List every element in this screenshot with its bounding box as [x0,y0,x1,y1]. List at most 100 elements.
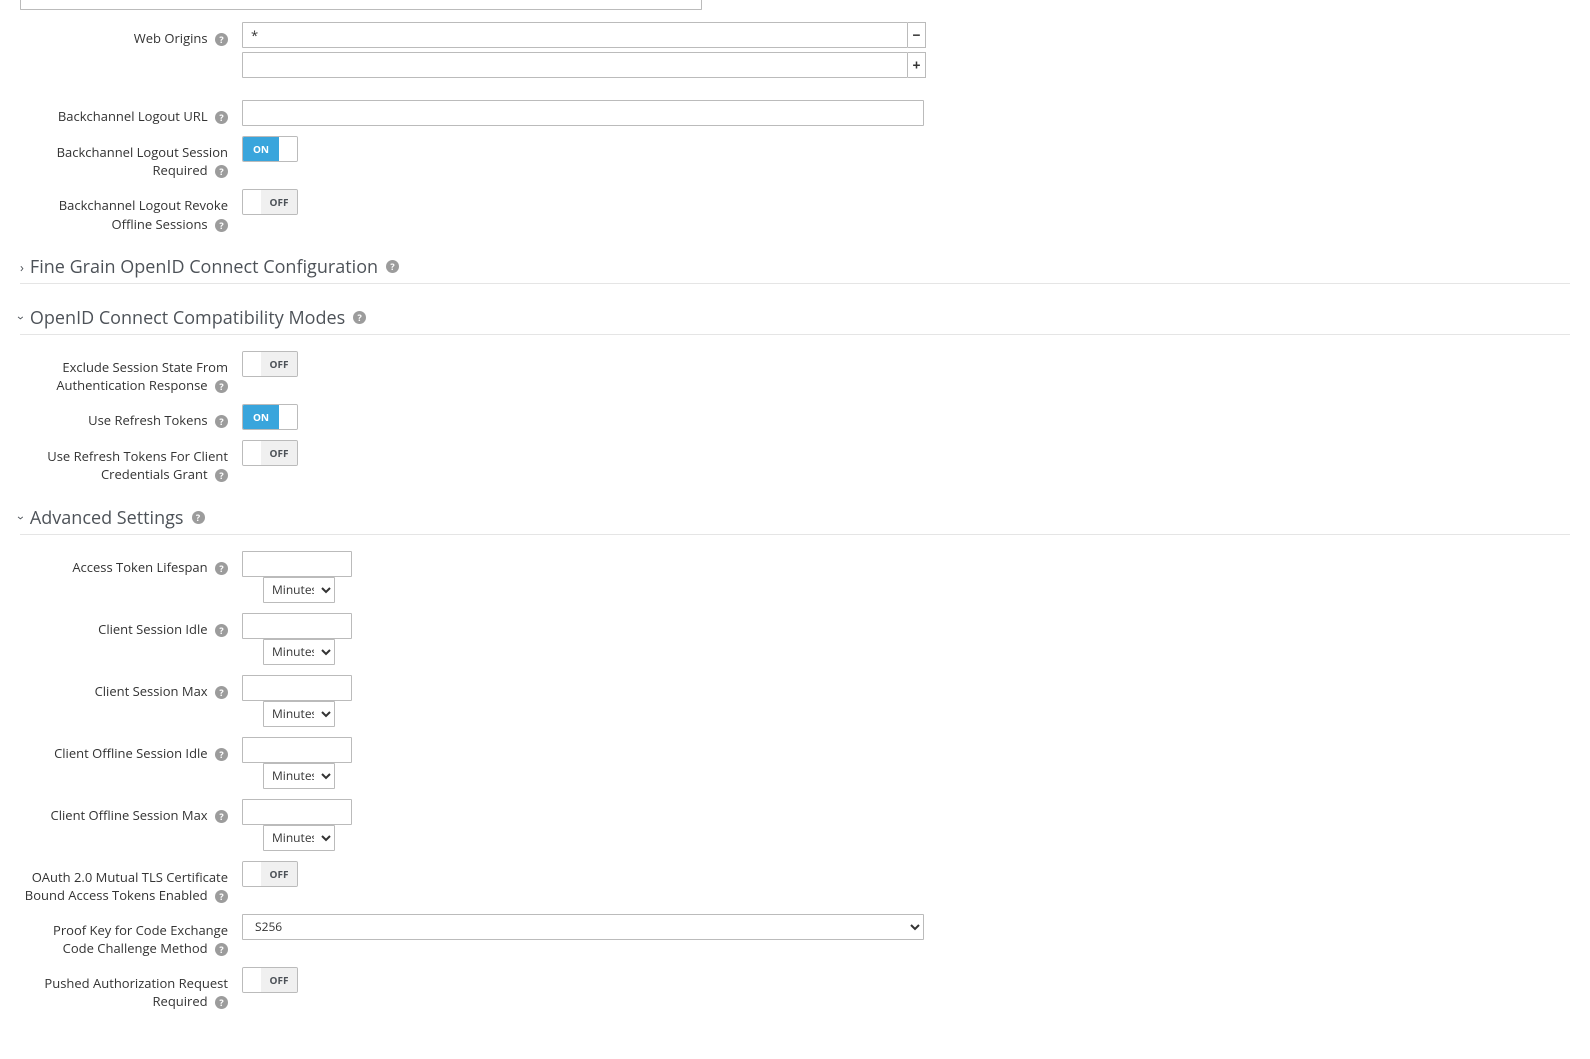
help-icon[interactable]: ? [215,748,228,761]
help-icon[interactable]: ? [353,311,366,324]
help-icon[interactable]: ? [215,943,228,956]
access-token-lifespan-input[interactable] [242,551,352,577]
help-icon[interactable]: ? [215,33,228,46]
section-header-fine-grain[interactable]: › Fine Grain OpenID Connect Configuratio… [20,255,1570,279]
toggle-on-label: ON [243,968,261,992]
toggle-off-label: OFF [279,405,297,429]
section-divider [20,534,1570,535]
control-wrap [242,100,924,126]
label-web-origins: Web Origins ? [20,22,242,47]
label-text: OAuth 2.0 Mutual TLS Certificate Bound A… [25,868,228,904]
help-icon[interactable]: ? [215,415,228,428]
section-title-advanced: Advanced Settings [30,506,184,530]
toggle-on-label: ON [243,405,279,429]
help-icon[interactable]: ? [215,890,228,903]
control-wrap: Minutes [242,551,352,603]
label-text: Proof Key for Code Exchange Code Challen… [53,921,228,957]
toggle-backchannel-session-required[interactable]: ON OFF [242,136,298,162]
help-icon[interactable]: ? [215,165,228,178]
web-origins-input-0[interactable] [242,22,908,48]
toggle-exclude-session-state[interactable]: ON OFF [242,351,298,377]
help-icon[interactable]: ? [386,260,399,273]
section-divider [20,283,1570,284]
help-icon[interactable]: ? [215,686,228,699]
row-exclude-session-state: Exclude Session State From Authenticatio… [20,351,1570,394]
toggle-on-label: ON [243,352,261,376]
control-wrap: ON OFF [242,967,298,993]
label-client-session-max: Client Session Max ? [20,675,242,700]
label-text: Client Session Idle [98,620,207,638]
toggle-par-required[interactable]: ON OFF [242,967,298,993]
web-origins-row-1: + [242,52,926,78]
toggle-off-label: OFF [261,190,297,214]
control-wrap: Minutes [242,737,352,789]
client-offline-session-idle-input[interactable] [242,737,352,763]
chevron-down-icon: › [13,316,31,320]
label-text: Backchannel Logout URL [58,107,208,125]
web-origins-input-1[interactable] [242,52,908,78]
label-exclude-session-state: Exclude Session State From Authenticatio… [20,351,242,394]
help-icon[interactable]: ? [215,810,228,823]
label-text: Client Session Max [95,682,208,700]
control-wrap: ON OFF [242,136,298,162]
label-pkce-method: Proof Key for Code Exchange Code Challen… [20,914,242,957]
chevron-right-icon: › [20,258,24,276]
label-text: Exclude Session State From Authenticatio… [56,358,228,394]
row-backchannel-logout-url: Backchannel Logout URL ? [20,100,1570,126]
row-mutual-tls: OAuth 2.0 Mutual TLS Certificate Bound A… [20,861,1570,904]
client-offline-session-idle-unit[interactable]: Minutes [263,763,335,789]
toggle-off-label: OFF [261,352,297,376]
toggle-use-refresh-tokens-ccg[interactable]: ON OFF [242,440,298,466]
client-offline-session-max-unit[interactable]: Minutes [263,825,335,851]
client-session-idle-unit[interactable]: Minutes [263,639,335,665]
control-wrap: ON OFF [242,189,298,215]
row-client-offline-session-max: Client Offline Session Max ? Minutes [20,799,1570,851]
client-session-max-unit[interactable]: Minutes [263,701,335,727]
help-icon[interactable]: ? [215,380,228,393]
label-text: Access Token Lifespan [72,558,207,576]
section-divider [20,334,1570,335]
row-client-session-max: Client Session Max ? Minutes [20,675,1570,727]
client-session-idle-input[interactable] [242,613,352,639]
chevron-down-icon: › [13,516,31,520]
label-use-refresh-tokens-ccg: Use Refresh Tokens For Client Credential… [20,440,242,483]
clipped-input-top [20,0,702,10]
access-token-lifespan-unit[interactable]: Minutes [263,577,335,603]
add-button[interactable]: + [908,52,926,78]
remove-button[interactable]: − [908,22,926,48]
toggle-on-label: ON [243,190,261,214]
control-wrap: Minutes [242,799,352,851]
help-icon[interactable]: ? [215,996,228,1009]
toggle-use-refresh-tokens[interactable]: ON OFF [242,404,298,430]
control-wrap: ON OFF [242,440,298,466]
toggle-on-label: ON [243,862,261,886]
row-backchannel-logout-session-required: Backchannel Logout Session Required ? ON… [20,136,1570,179]
help-icon[interactable]: ? [215,469,228,482]
help-icon[interactable]: ? [192,511,205,524]
label-web-origins-text: Web Origins [134,29,208,47]
help-icon[interactable]: ? [215,219,228,232]
client-session-max-input[interactable] [242,675,352,701]
toggle-off-label: OFF [261,441,297,465]
label-backchannel-logout-url: Backchannel Logout URL ? [20,100,242,125]
client-offline-session-max-input[interactable] [242,799,352,825]
label-mutual-tls: OAuth 2.0 Mutual TLS Certificate Bound A… [20,861,242,904]
section-header-compat-modes[interactable]: › OpenID Connect Compatibility Modes ? [20,306,1570,330]
help-icon[interactable]: ? [215,624,228,637]
backchannel-logout-url-input[interactable] [242,100,924,126]
toggle-on-label: ON [243,441,261,465]
label-text: Client Offline Session Max [51,806,208,824]
help-icon[interactable]: ? [215,562,228,575]
label-text: Use Refresh Tokens For Client Credential… [47,447,228,483]
toggle-off-label: OFF [261,968,297,992]
help-icon[interactable]: ? [215,111,228,124]
toggle-backchannel-revoke-offline[interactable]: ON OFF [242,189,298,215]
toggle-off-label: OFF [261,862,297,886]
label-backchannel-logout-session-required: Backchannel Logout Session Required ? [20,136,242,179]
label-use-refresh-tokens: Use Refresh Tokens ? [20,404,242,429]
label-client-session-idle: Client Session Idle ? [20,613,242,638]
section-header-advanced[interactable]: › Advanced Settings ? [20,506,1570,530]
row-use-refresh-tokens-ccg: Use Refresh Tokens For Client Credential… [20,440,1570,483]
toggle-mutual-tls[interactable]: ON OFF [242,861,298,887]
label-text: Use Refresh Tokens [88,411,207,429]
